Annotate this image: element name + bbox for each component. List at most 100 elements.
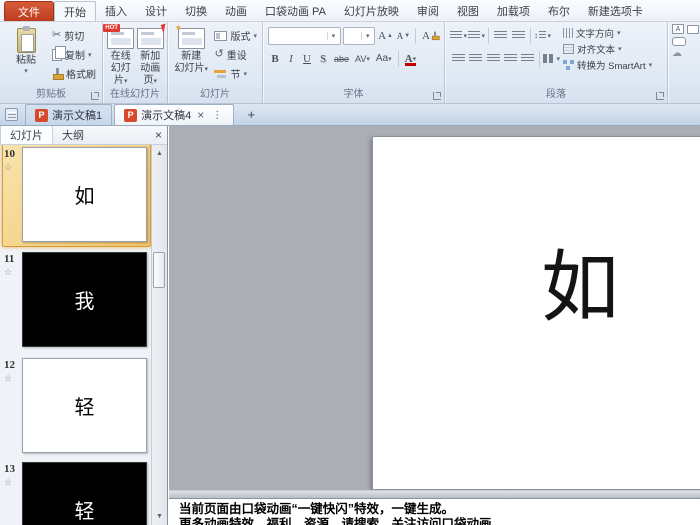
text-box-icon[interactable]: A xyxy=(672,24,684,34)
distribute-button[interactable] xyxy=(520,50,536,68)
sparkle-icon: ★ xyxy=(174,23,182,32)
bold-button[interactable]: B xyxy=(268,50,282,68)
cloud-shape-icon[interactable]: ☁ xyxy=(672,49,682,59)
font-size-input[interactable] xyxy=(343,28,362,43)
current-slide[interactable]: 如 xyxy=(372,136,700,490)
layout-button[interactable]: 版式 ▾ xyxy=(211,26,260,45)
new-slide-button[interactable]: ★ 新建 幻灯片▾ xyxy=(171,23,211,88)
grow-font-button[interactable]: A ▲ xyxy=(377,27,394,45)
justify-button[interactable] xyxy=(502,50,518,68)
doc-tab-presentation4[interactable]: P 演示文稿4 × ⋮ xyxy=(114,104,235,125)
tab-boolean[interactable]: 布尔 xyxy=(539,1,579,21)
chevron-down-icon: ▾ xyxy=(253,32,257,40)
tab-pocket-animation[interactable]: 口袋动画 PA xyxy=(256,1,335,21)
shrink-font-button[interactable]: A ▼ xyxy=(396,27,411,45)
close-icon[interactable]: × xyxy=(195,108,206,122)
notes-pane[interactable]: 当前页面由口袋动画“一键快闪”特效，一键生成。 更多动画特效，福利，资源，请搜索… xyxy=(169,498,700,525)
doc-tab-label: 演示文稿4 xyxy=(141,110,192,122)
new-slide-icon: ★ xyxy=(175,23,205,49)
slide-thumb-image[interactable]: 轻 xyxy=(22,358,147,453)
file-tab[interactable]: 文件 xyxy=(4,1,54,21)
underline-button[interactable]: U xyxy=(300,50,314,68)
rounded-rectangle-shape-icon[interactable] xyxy=(672,37,686,46)
font-name-input[interactable] xyxy=(269,28,327,43)
text-shadow-button[interactable]: S xyxy=(316,50,330,68)
reset-button[interactable]: ↺ 重设 xyxy=(211,45,260,64)
tab-transitions[interactable]: 切换 xyxy=(176,1,216,21)
tab-review[interactable]: 审阅 xyxy=(408,1,448,21)
tab-view[interactable]: 视图 xyxy=(448,1,488,21)
tab-home[interactable]: 开始 xyxy=(54,1,96,21)
align-right-button[interactable] xyxy=(485,50,501,68)
new-tab-button[interactable]: + xyxy=(242,106,260,122)
panel-tab-slides[interactable]: 幻灯片 xyxy=(0,126,53,144)
section-button[interactable]: 节 ▾ xyxy=(211,64,260,83)
scroll-down-icon[interactable]: ▼ xyxy=(152,509,167,524)
line-spacing-button[interactable]: ↕ ▾ xyxy=(534,27,551,45)
notes-line-1: 当前页面由口袋动画“一键快闪”特效，一键生成。 xyxy=(179,502,455,516)
font-size-combo[interactable]: ▾ xyxy=(342,26,376,45)
text-direction-button[interactable]: 文字方向 ▾ xyxy=(560,25,664,41)
dialog-launcher-icon[interactable] xyxy=(91,92,99,100)
ribbon-tab-bar: 文件 开始 插入 设计 切换 动画 口袋动画 PA 幻灯片放映 审阅 视图 加载… xyxy=(0,0,700,22)
align-left-button[interactable] xyxy=(450,50,466,68)
slide-thumbnail-13[interactable]: 13 ☆ 轻 xyxy=(0,462,151,525)
slide-thumb-image[interactable]: 轻 xyxy=(22,462,147,525)
strikethrough-button[interactable]: abe xyxy=(332,50,351,68)
slide-thumbnail-12[interactable]: 12 ☆ 轻 xyxy=(0,358,151,457)
slide-thumbnail-10[interactable]: 10 ☆ 如 xyxy=(0,145,151,247)
tab-new-tab[interactable]: 新建选项卡 xyxy=(579,1,652,21)
convert-smartart-button[interactable]: 转换为 SmartArt ▾ xyxy=(560,57,664,73)
section-label: 节 xyxy=(230,70,241,81)
slide-thumb-image[interactable]: 如 xyxy=(22,147,147,242)
clipboard-group: 粘贴 ▾ ✂ 剪切 复制 ▾ 格式刷 剪贴板 xyxy=(0,22,103,103)
ribbon: 粘贴 ▾ ✂ 剪切 复制 ▾ 格式刷 剪贴板 HOT 在线 幻灯片▾ 新加 动画… xyxy=(0,22,700,104)
panel-header: 幻灯片 大纲 × xyxy=(0,126,167,145)
scrollbar-thumb[interactable] xyxy=(153,252,165,288)
more-options-icon[interactable]: ⋮ xyxy=(210,110,224,121)
panel-scrollbar[interactable]: ▲ ▼ xyxy=(151,145,167,525)
columns-button[interactable]: ▾ xyxy=(543,50,560,68)
character-spacing-button[interactable]: AV ▾ xyxy=(353,50,372,68)
tab-addins[interactable]: 加载项 xyxy=(488,1,539,21)
font-name-combo[interactable]: ▾ xyxy=(268,26,341,45)
drawing-group-partial: A ☁ xyxy=(668,22,700,103)
font-color-button[interactable]: A ▾ xyxy=(403,50,418,68)
slide-thumb-image[interactable]: 我 xyxy=(22,252,147,347)
clear-formatting-button[interactable]: A xyxy=(420,27,440,45)
tab-slideshow[interactable]: 幻灯片放映 xyxy=(335,1,408,21)
slide-thumbnail-11[interactable]: 11 ☆ 我 xyxy=(0,252,151,351)
doc-tab-presentation1[interactable]: P 演示文稿1 xyxy=(25,104,113,125)
change-case-button[interactable]: Aa ▾ xyxy=(374,50,394,68)
increase-indent-button[interactable] xyxy=(510,27,527,45)
decrease-indent-button[interactable] xyxy=(492,27,509,45)
dialog-launcher-icon[interactable] xyxy=(656,92,664,100)
align-text-button[interactable]: 对齐文本 ▾ xyxy=(560,41,664,57)
close-panel-icon[interactable]: × xyxy=(155,129,162,141)
panel-tab-outline[interactable]: 大纲 xyxy=(53,126,93,144)
cut-button[interactable]: ✂ 剪切 xyxy=(49,26,99,45)
numbering-button[interactable]: ▾ xyxy=(468,27,485,45)
format-painter-button[interactable]: 格式刷 xyxy=(49,64,99,83)
rectangle-shape-icon[interactable] xyxy=(687,24,699,34)
notes-splitter[interactable] xyxy=(169,490,700,498)
tab-animations[interactable]: 动画 xyxy=(216,1,256,21)
italic-button[interactable]: I xyxy=(284,50,298,68)
tab-design[interactable]: 设计 xyxy=(136,1,176,21)
online-slides-button[interactable]: HOT 在线 幻灯片▾ xyxy=(103,24,136,88)
scroll-up-icon[interactable]: ▲ xyxy=(152,146,167,161)
paste-button[interactable]: 粘贴 ▾ xyxy=(3,25,49,88)
align-center-button[interactable] xyxy=(467,50,483,68)
tab-insert[interactable]: 插入 xyxy=(96,1,136,21)
thumbnail-list: 10 ☆ 如 11 ☆ 我 12 ☆ 轻 13 ☆ 轻 xyxy=(0,145,151,525)
window-menu-icon[interactable] xyxy=(5,108,18,121)
thumb-text: 如 xyxy=(74,186,95,208)
paste-icon xyxy=(16,26,36,53)
text-direction-label: 文字方向 xyxy=(576,29,615,40)
dialog-launcher-icon[interactable] xyxy=(433,92,441,100)
new-animation-page-button[interactable]: 新加 动画页▾ xyxy=(136,23,169,88)
bullets-button[interactable]: ▾ xyxy=(450,27,467,45)
chevron-down-icon: ▾ xyxy=(88,51,92,59)
slide-title-text[interactable]: 如 xyxy=(541,249,619,327)
copy-button[interactable]: 复制 ▾ xyxy=(49,45,99,64)
